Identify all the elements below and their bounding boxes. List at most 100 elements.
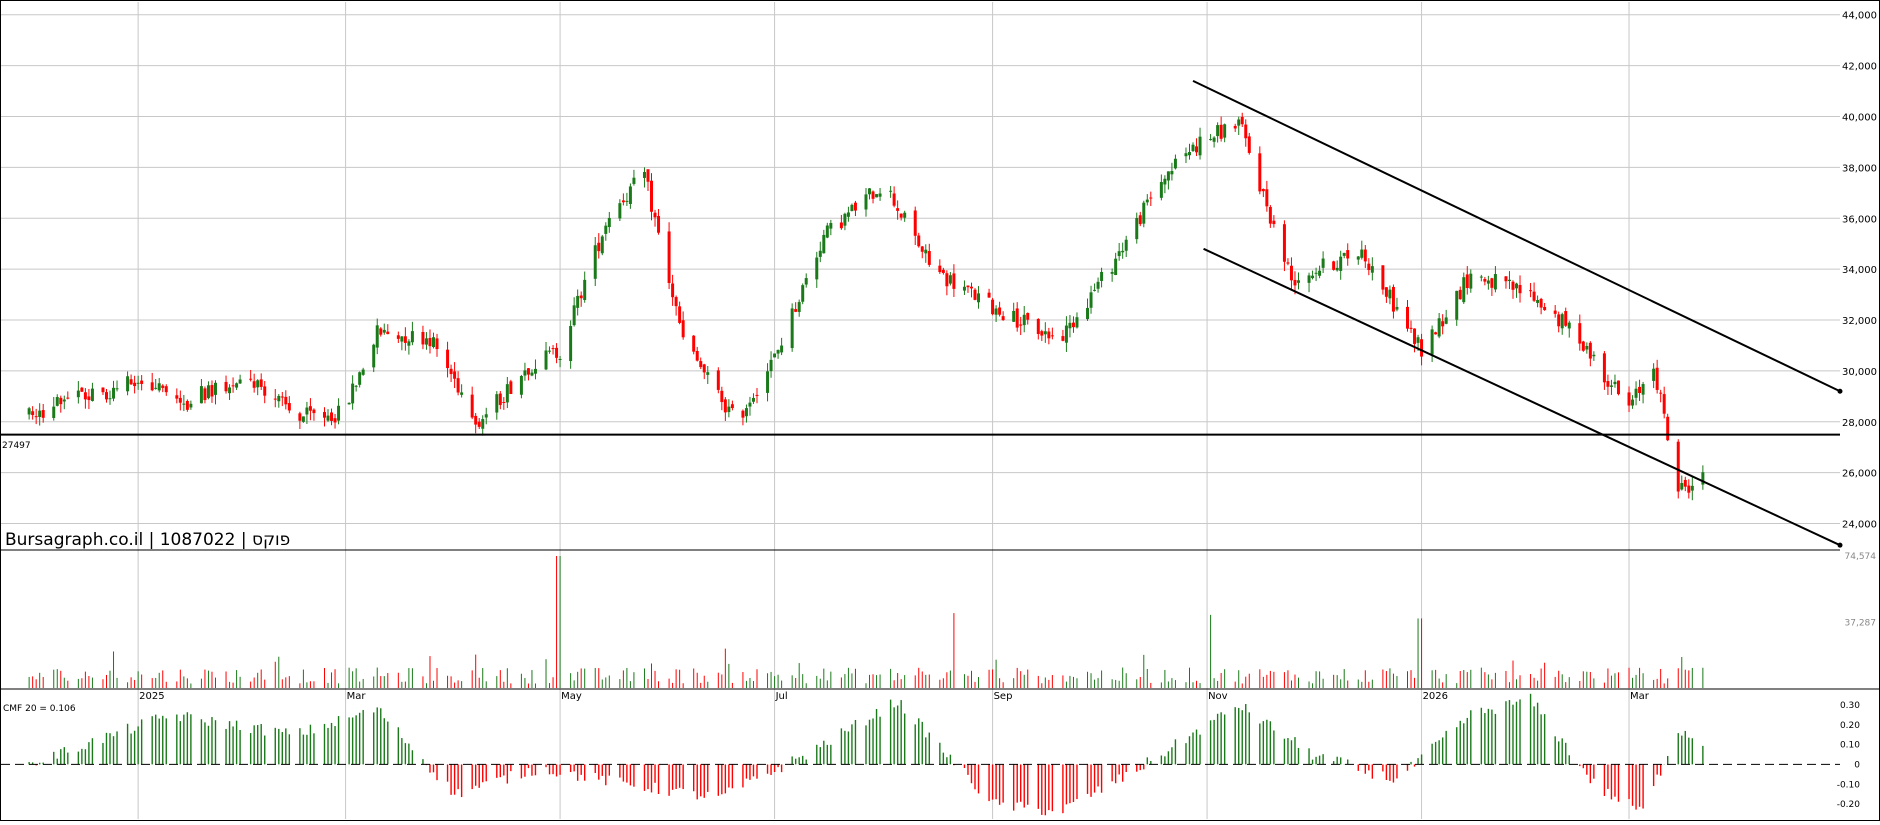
candle-body [347,402,351,405]
candle-body [889,190,893,192]
candle-body [853,202,857,211]
candle-body [62,399,66,402]
candle-body [987,292,991,298]
candle-body [1219,124,1223,139]
candle-body [850,204,854,211]
price-tick-label: 38,000 [1842,163,1877,174]
candle-body [1683,479,1687,487]
candle-body [421,331,425,345]
candle-body [1117,251,1121,257]
candle-body [305,407,309,415]
candle-body [1268,206,1272,224]
candle-body [621,200,625,203]
candle-body [1479,276,1483,278]
candle-body [263,386,267,396]
cmf-tick-label: 0.10 [1840,741,1860,751]
candle-body [1437,318,1441,337]
candle-body [551,348,555,350]
trend-line-handle[interactable] [1837,542,1843,548]
candle-body [864,194,868,210]
candle-body [773,353,777,358]
candle-body [115,388,119,390]
candle-body [133,382,137,387]
candle-body [1462,277,1466,303]
candle-body [741,410,745,418]
volume-tick-label: 37,287 [1845,619,1877,629]
candle-body [607,218,611,228]
candle-body [628,186,632,205]
candle-body [31,411,35,416]
candle-body [284,396,288,405]
candle-body [1124,239,1128,251]
candle-body [1381,265,1385,290]
candle-body [1592,354,1596,357]
candle-body [1567,322,1571,329]
candle-body [178,397,182,403]
candle-body [917,235,921,247]
candle-body [140,380,144,384]
cmf-tick-label: -0.10 [1837,780,1861,790]
candle-body [470,394,474,418]
price-tick-label: 28,000 [1842,418,1877,429]
candle-body [27,408,31,415]
candle-body [150,382,154,391]
candle-body [432,337,435,348]
candle-body [1680,483,1684,490]
candle-body [1553,310,1557,314]
candle-body [1001,316,1005,321]
candle-body [1022,314,1026,326]
candle-body [632,177,636,184]
candle-body [1191,144,1195,151]
candle-body [1687,485,1691,493]
candle-body [1367,263,1371,271]
price-tick-label: 40,000 [1842,112,1877,123]
candle-body [428,337,432,347]
candle-body [1564,311,1568,326]
candle-body [509,381,513,394]
candle-body [456,378,460,393]
candle-body [646,169,650,182]
candle-body [875,194,879,198]
candle-body [1458,289,1462,300]
candle-body [1121,250,1125,253]
price-tick-label: 32,000 [1842,316,1877,327]
candle-body [1441,321,1445,327]
candle-body [182,403,186,405]
candle-body [671,283,675,298]
candle-body [1455,290,1459,320]
candle-body [604,225,608,234]
chart-canvas: 24,000 26,000 28,000 30,000 32,000 34,000 36,0… [0,0,1880,821]
candle-body [1409,327,1413,329]
candle-body [1690,485,1694,491]
candle-body [112,387,116,399]
candle-body [1149,197,1153,199]
candle-body [224,381,228,392]
time-tick-label: Jul [775,691,788,702]
candle-body [330,412,334,421]
candle-body [41,410,45,418]
candle-body [1363,249,1367,262]
candle-body [52,406,56,419]
candle-body [1142,202,1146,224]
candle-body [1043,331,1047,335]
candle-body [1557,314,1561,327]
candle-body [495,394,499,413]
candle-body [716,370,720,390]
candle-body [1068,322,1072,329]
trend-line-handle[interactable] [1837,388,1843,394]
candle-body [1050,335,1054,337]
candle-body [396,335,400,339]
candle-body [1198,136,1202,156]
candle-body [727,406,731,413]
cmf-tick-label: 0.30 [1840,701,1860,711]
candle-body [825,225,829,238]
candle-body [1036,318,1040,334]
candle-body [1539,298,1543,308]
candle-body [969,286,973,289]
candle-body [1483,278,1487,282]
candle-body [938,265,942,273]
candle-body [1233,125,1237,129]
candle-body [400,336,404,342]
candle-body [280,396,284,398]
candle-body [1047,331,1051,339]
